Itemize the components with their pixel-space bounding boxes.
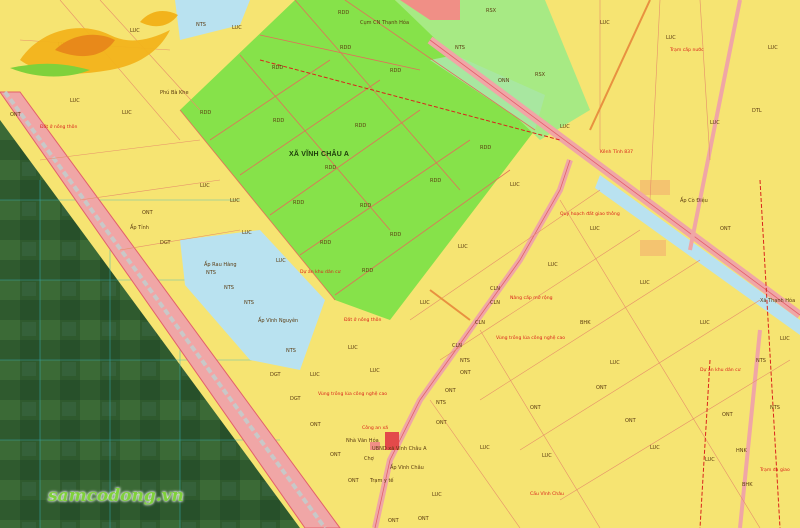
commune-label: XÃ VĨNH CHÂU A bbox=[289, 151, 350, 158]
land-use-map[interactable]: XÃ VĨNH CHÂU A RDD RDD RDD RDD RDD RDD R… bbox=[0, 0, 800, 528]
watermark-text: samcodong.vn bbox=[48, 486, 184, 506]
watermark-logo bbox=[10, 10, 178, 77]
